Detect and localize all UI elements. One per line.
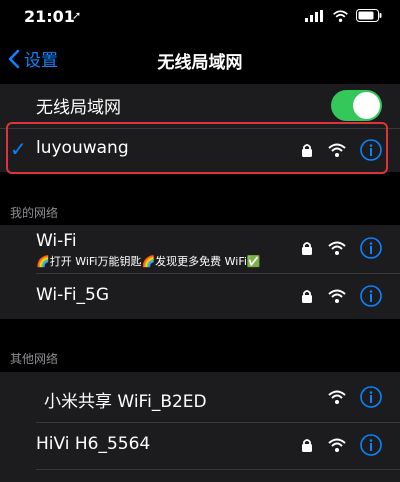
network-name: 小米共享 WiFi_B2ED: [44, 392, 207, 412]
info-icon[interactable]: [360, 434, 382, 456]
my-networks-group: Wi-Fi 🌈打开 WiFi万能钥匙🌈发现更多免费 WiFi✅ Wi-Fi_5G: [0, 225, 400, 319]
wifi-icon: [328, 438, 346, 452]
location-arrow-icon: ➚: [72, 9, 82, 22]
lock-icon: [302, 242, 312, 255]
wifi-toggle-switch[interactable]: [331, 90, 382, 121]
toggle-knob: [353, 92, 380, 119]
navigation-bar: 设置 无线局域网: [0, 34, 400, 84]
network-name: Wi-Fi_5G: [36, 285, 110, 305]
network-name: HiVi H6_5564: [36, 434, 151, 454]
divider: [36, 469, 400, 470]
my-networks-header: 我的网络: [10, 206, 59, 220]
battery-icon: [356, 9, 382, 22]
wifi-toggle-label: 无线局域网: [36, 98, 121, 118]
other-networks-group: 小米共享 WiFi_B2ED HiVi H6_5564: [0, 372, 400, 482]
network-name: Wi-Fi: [36, 231, 77, 251]
wifi-icon: [328, 390, 346, 404]
wifi-icon: [328, 241, 346, 255]
network-row[interactable]: 小米共享 WiFi_B2ED: [0, 372, 400, 422]
other-networks-header: 其他网络: [10, 352, 59, 366]
network-row[interactable]: Wi-Fi 🌈打开 WiFi万能钥匙🌈发现更多免费 WiFi✅: [0, 225, 400, 273]
info-icon[interactable]: [360, 285, 382, 307]
status-time: 21:01: [24, 7, 75, 26]
network-subtitle: 🌈打开 WiFi万能钥匙🌈发现更多免费 WiFi✅: [36, 255, 261, 268]
wifi-icon: [328, 289, 346, 303]
lock-icon: [302, 290, 312, 303]
info-icon[interactable]: [360, 386, 382, 408]
wifi-icon: [333, 9, 348, 22]
connected-highlight-box: [6, 122, 388, 174]
lock-icon: [302, 439, 312, 452]
network-row[interactable]: HiVi H6_5564: [0, 423, 400, 469]
page-title: 无线局域网: [157, 53, 243, 73]
status-bar: 21:01 ➚: [0, 0, 400, 34]
info-icon[interactable]: [360, 237, 382, 259]
signal-icon: [305, 9, 323, 22]
network-row[interactable]: Wi-Fi_5G: [0, 274, 400, 319]
